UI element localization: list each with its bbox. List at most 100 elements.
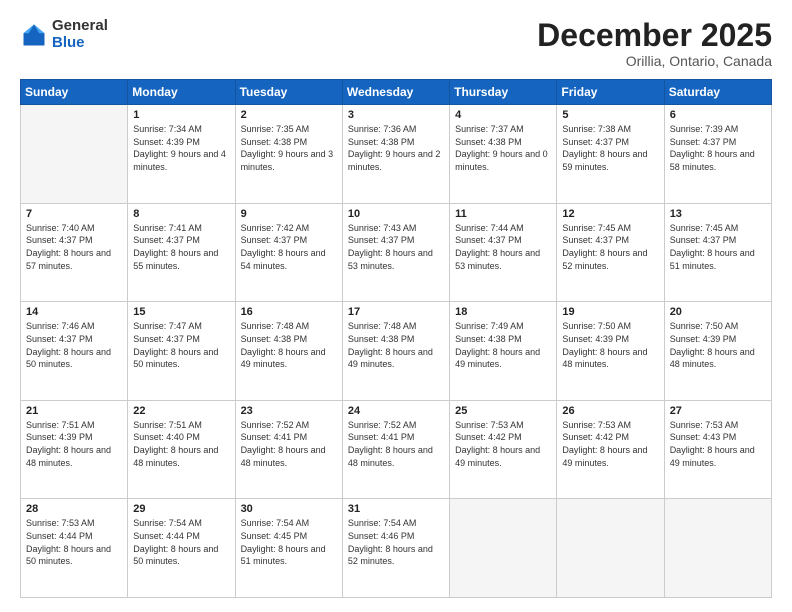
calendar-cell — [557, 499, 664, 598]
calendar-cell: 14 Sunrise: 7:46 AMSunset: 4:37 PMDayligh… — [21, 302, 128, 401]
day-number: 19 — [562, 306, 658, 318]
cell-info: Sunrise: 7:38 AMSunset: 4:37 PMDaylight:… — [562, 123, 658, 173]
cell-info: Sunrise: 7:52 AMSunset: 4:41 PMDaylight:… — [241, 419, 337, 469]
cell-info: Sunrise: 7:54 AMSunset: 4:45 PMDaylight:… — [241, 517, 337, 567]
cell-info: Sunrise: 7:43 AMSunset: 4:37 PMDaylight:… — [348, 222, 444, 272]
calendar-cell: 29Sunrise: 7:54 AMSunset: 4:44 PMDayligh… — [128, 499, 235, 598]
day-number: 4 — [455, 109, 551, 121]
day-number: 25 — [455, 405, 551, 417]
day-number: 3 — [348, 109, 444, 121]
calendar-cell: 4Sunrise: 7:37 AMSunset: 4:38 PMDaylight… — [450, 105, 557, 204]
day-header-thursday: Thursday — [450, 80, 557, 105]
cell-info: Sunrise: 7:51 AMSunset: 4:40 PMDaylight:… — [133, 419, 229, 469]
day-number: 26 — [562, 405, 658, 417]
day-number: 22 — [133, 405, 229, 417]
header: General Blue December 2025 Orillia, Onta… — [20, 18, 772, 69]
day-header-monday: Monday — [128, 80, 235, 105]
day-number: 16 — [241, 306, 337, 318]
day-number: 13 — [670, 208, 766, 220]
calendar-cell: 6Sunrise: 7:39 AMSunset: 4:37 PMDaylight… — [664, 105, 771, 204]
day-number: 20 — [670, 306, 766, 318]
cell-info: Sunrise: 7:45 AMSunset: 4:37 PMDaylight:… — [562, 222, 658, 272]
cell-info: Sunrise: 7:42 AMSunset: 4:37 PMDaylight:… — [241, 222, 337, 272]
calendar-cell: 26 Sunrise: 7:53 AMSunset: 4:42 PMDayligh… — [557, 400, 664, 499]
day-number: 7 — [26, 208, 122, 220]
calendar-cell: 2 Sunrise: 7:35 AMSunset: 4:38 PMDaylight… — [235, 105, 342, 204]
day-header-sunday: Sunday — [21, 80, 128, 105]
calendar-cell: 22 Sunrise: 7:51 AMSunset: 4:40 PMDayligh… — [128, 400, 235, 499]
calendar-cell: 3 Sunrise: 7:36 AMSunset: 4:38 PMDaylight… — [342, 105, 449, 204]
calendar-title: December 2025 — [537, 18, 772, 53]
cell-info: Sunrise: 7:48 AMSunset: 4:38 PMDaylight:… — [348, 320, 444, 370]
day-number: 17 — [348, 306, 444, 318]
day-number: 29 — [133, 503, 229, 515]
calendar-cell: 30 Sunrise: 7:54 AMSunset: 4:45 PMDayligh… — [235, 499, 342, 598]
week-row-4: 28 Sunrise: 7:53 AMSunset: 4:44 PMDayligh… — [21, 499, 772, 598]
calendar-table: SundayMondayTuesdayWednesdayThursdayFrid… — [20, 79, 772, 598]
calendar-cell — [21, 105, 128, 204]
calendar-cell: 19 Sunrise: 7:50 AMSunset: 4:39 PMDayligh… — [557, 302, 664, 401]
calendar-cell: 24Sunrise: 7:52 AMSunset: 4:41 PMDayligh… — [342, 400, 449, 499]
calendar-cell: 11 Sunrise: 7:44 AMSunset: 4:37 PMDayligh… — [450, 203, 557, 302]
calendar-cell: 21 Sunrise: 7:51 AMSunset: 4:39 PMDayligh… — [21, 400, 128, 499]
cell-info: Sunrise: 7:34 AMSunset: 4:39 PMDaylight:… — [133, 123, 229, 173]
calendar-cell: 31Sunrise: 7:54 AMSunset: 4:46 PMDayligh… — [342, 499, 449, 598]
calendar-cell: 16Sunrise: 7:48 AMSunset: 4:38 PMDayligh… — [235, 302, 342, 401]
calendar-cell — [664, 499, 771, 598]
day-number: 8 — [133, 208, 229, 220]
logo-blue: Blue — [52, 35, 108, 52]
cell-info: Sunrise: 7:47 AMSunset: 4:37 PMDaylight:… — [133, 320, 229, 370]
calendar-cell: 13 Sunrise: 7:45 AMSunset: 4:37 PMDayligh… — [664, 203, 771, 302]
day-number: 9 — [241, 208, 337, 220]
calendar-cell: 9 Sunrise: 7:42 AMSunset: 4:37 PMDaylight… — [235, 203, 342, 302]
cell-info: Sunrise: 7:53 AMSunset: 4:44 PMDaylight:… — [26, 517, 122, 567]
cell-info: Sunrise: 7:36 AMSunset: 4:38 PMDaylight:… — [348, 123, 444, 173]
calendar-cell: 17 Sunrise: 7:48 AMSunset: 4:38 PMDayligh… — [342, 302, 449, 401]
calendar-cell: 27 Sunrise: 7:53 AMSunset: 4:43 PMDayligh… — [664, 400, 771, 499]
cell-info: Sunrise: 7:46 AMSunset: 4:37 PMDaylight:… — [26, 320, 122, 370]
day-number: 14 — [26, 306, 122, 318]
day-number: 21 — [26, 405, 122, 417]
cell-info: Sunrise: 7:51 AMSunset: 4:39 PMDaylight:… — [26, 419, 122, 469]
day-number: 5 — [562, 109, 658, 121]
calendar-cell: 5 Sunrise: 7:38 AMSunset: 4:37 PMDaylight… — [557, 105, 664, 204]
day-number: 12 — [562, 208, 658, 220]
day-number: 2 — [241, 109, 337, 121]
title-block: December 2025 Orillia, Ontario, Canada — [537, 18, 772, 69]
calendar-cell: 12 Sunrise: 7:45 AMSunset: 4:37 PMDayligh… — [557, 203, 664, 302]
cell-info: Sunrise: 7:53 AMSunset: 4:43 PMDaylight:… — [670, 419, 766, 469]
day-header-wednesday: Wednesday — [342, 80, 449, 105]
calendar-cell: 10 Sunrise: 7:43 AMSunset: 4:37 PMDayligh… — [342, 203, 449, 302]
cell-info: Sunrise: 7:53 AMSunset: 4:42 PMDaylight:… — [562, 419, 658, 469]
day-number: 31 — [348, 503, 444, 515]
calendar-cell: 7Sunrise: 7:40 AMSunset: 4:37 PMDaylight… — [21, 203, 128, 302]
day-number: 15 — [133, 306, 229, 318]
day-number: 24 — [348, 405, 444, 417]
day-header-friday: Friday — [557, 80, 664, 105]
day-number: 18 — [455, 306, 551, 318]
day-number: 27 — [670, 405, 766, 417]
day-number: 1 — [133, 109, 229, 121]
day-number: 11 — [455, 208, 551, 220]
calendar-cell: 1 Sunrise: 7:34 AMSunset: 4:39 PMDaylight… — [128, 105, 235, 204]
cell-info: Sunrise: 7:44 AMSunset: 4:37 PMDaylight:… — [455, 222, 551, 272]
cell-info: Sunrise: 7:53 AMSunset: 4:42 PMDaylight:… — [455, 419, 551, 469]
page: General Blue December 2025 Orillia, Onta… — [0, 0, 792, 612]
logo: General Blue — [20, 18, 108, 51]
calendar-subtitle: Orillia, Ontario, Canada — [537, 53, 772, 69]
cell-info: Sunrise: 7:50 AMSunset: 4:39 PMDaylight:… — [562, 320, 658, 370]
day-number: 30 — [241, 503, 337, 515]
cell-info: Sunrise: 7:41 AMSunset: 4:37 PMDaylight:… — [133, 222, 229, 272]
day-number: 6 — [670, 109, 766, 121]
cell-info: Sunrise: 7:35 AMSunset: 4:38 PMDaylight:… — [241, 123, 337, 173]
cell-info: Sunrise: 7:50 AMSunset: 4:39 PMDaylight:… — [670, 320, 766, 370]
calendar-cell: 20 Sunrise: 7:50 AMSunset: 4:39 PMDayligh… — [664, 302, 771, 401]
week-row-2: 14 Sunrise: 7:46 AMSunset: 4:37 PMDayligh… — [21, 302, 772, 401]
logo-text: General Blue — [52, 18, 108, 51]
day-number: 10 — [348, 208, 444, 220]
week-row-1: 7Sunrise: 7:40 AMSunset: 4:37 PMDaylight… — [21, 203, 772, 302]
week-row-3: 21 Sunrise: 7:51 AMSunset: 4:39 PMDayligh… — [21, 400, 772, 499]
cell-info: Sunrise: 7:45 AMSunset: 4:37 PMDaylight:… — [670, 222, 766, 272]
day-number: 28 — [26, 503, 122, 515]
calendar-cell: 8 Sunrise: 7:41 AMSunset: 4:37 PMDaylight… — [128, 203, 235, 302]
